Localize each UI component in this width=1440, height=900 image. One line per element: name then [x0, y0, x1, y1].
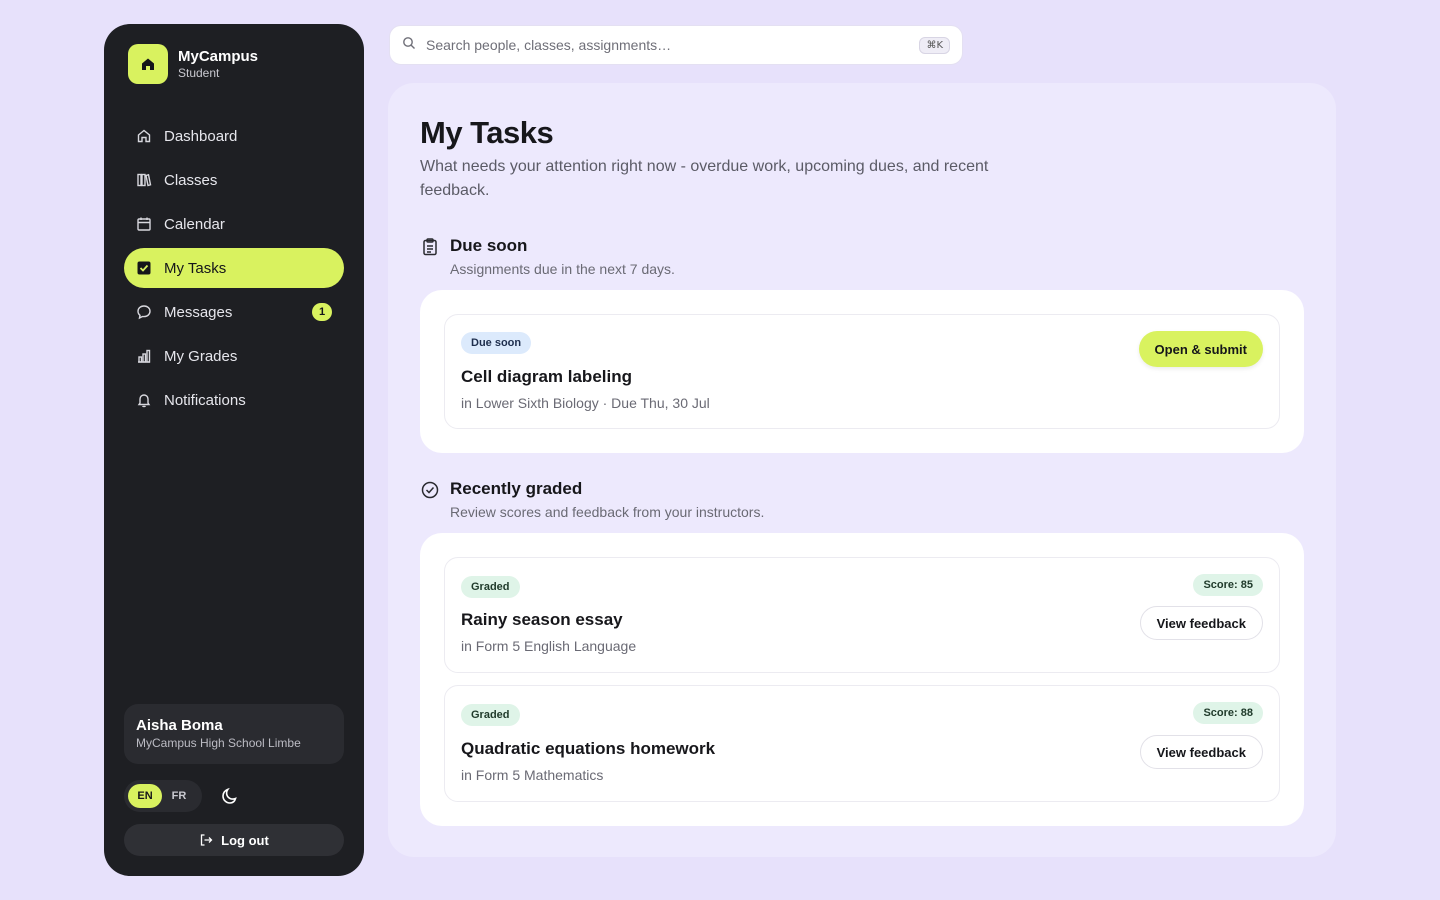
assignment-meta: in Form 5 Mathematics: [461, 767, 604, 783]
logout-button[interactable]: Log out: [124, 824, 344, 856]
home-logo-icon: [128, 44, 168, 84]
unread-count-badge: 1: [312, 303, 332, 321]
graded-badge: Graded: [461, 704, 520, 726]
sidebar-item-my-tasks[interactable]: My Tasks: [124, 248, 344, 288]
clipboard-icon: [420, 237, 440, 257]
bar-chart-icon: [136, 348, 152, 364]
calendar-icon: [136, 216, 152, 232]
sidebar-item-classes[interactable]: Classes: [124, 160, 344, 200]
open-submit-button[interactable]: Open & submit: [1138, 331, 1263, 367]
due-soon-section-header: Due soon Assignments due in the next 7 d…: [420, 235, 675, 279]
search-bar[interactable]: ⌘K: [389, 25, 963, 65]
view-feedback-button[interactable]: View feedback: [1139, 606, 1263, 640]
section-subtitle: Review scores and feedback from your ins…: [450, 504, 765, 520]
sidebar: MyCampus Student Dashboard Classes Calen…: [104, 24, 364, 876]
sidebar-item-label: Classes: [164, 171, 218, 189]
language-en-button[interactable]: EN: [128, 784, 162, 808]
brand-role: Student: [178, 65, 220, 80]
sidebar-item-my-grades[interactable]: My Grades: [124, 336, 344, 376]
sidebar-nav: Dashboard Classes Calendar My Tasks Mess…: [124, 116, 344, 424]
page-subtitle: What needs your attention right now - ov…: [420, 158, 989, 199]
graded-card[interactable]: Graded Score: 85 Rainy season essay in F…: [444, 557, 1280, 673]
recently-graded-section-header: Recently graded Review scores and feedba…: [420, 478, 764, 522]
sidebar-item-label: Calendar: [164, 215, 225, 233]
sidebar-item-label: My Tasks: [164, 259, 227, 277]
user-name: Aisha Boma: [136, 717, 223, 734]
score-badge: Score: 88: [1193, 702, 1263, 724]
checkbox-icon: [136, 260, 152, 276]
page-title: My Tasks: [420, 115, 554, 150]
score-badge: Score: 85: [1193, 574, 1263, 596]
moon-icon[interactable]: [220, 786, 240, 806]
sidebar-item-label: Messages: [164, 303, 233, 321]
sidebar-item-label: My Grades: [164, 347, 238, 365]
message-icon: [136, 304, 152, 320]
sidebar-item-notifications[interactable]: Notifications: [124, 380, 344, 420]
check-circle-icon: [420, 480, 440, 500]
assignment-title: Quadratic equations homework: [461, 739, 716, 758]
sidebar-item-calendar[interactable]: Calendar: [124, 204, 344, 244]
due-soon-badge: Due soon: [461, 332, 532, 354]
sidebar-item-dashboard[interactable]: Dashboard: [124, 116, 344, 156]
sidebar-item-messages[interactable]: Messages 1: [124, 292, 344, 332]
section-subtitle: Assignments due in the next 7 days.: [450, 261, 675, 277]
section-title: Recently graded: [450, 479, 583, 498]
search-input[interactable]: [426, 37, 920, 53]
brand[interactable]: MyCampus Student: [128, 44, 258, 84]
view-feedback-button[interactable]: View feedback: [1139, 735, 1263, 769]
logout-icon: [201, 834, 213, 846]
books-icon: [136, 172, 152, 188]
assignment-meta: in Form 5 English Language: [461, 638, 637, 654]
assignment-meta: in Lower Sixth Biology · Due Thu, 30 Jul: [461, 395, 710, 411]
search-icon: [402, 36, 416, 55]
keyboard-shortcut-hint: ⌘K: [919, 36, 950, 54]
language-toggle: EN FR: [124, 780, 202, 812]
sidebar-item-label: Dashboard: [164, 127, 238, 145]
brand-name: MyCampus: [178, 47, 259, 65]
assignment-title: Rainy season essay: [461, 610, 623, 629]
section-title: Due soon: [450, 236, 528, 255]
language-fr-button[interactable]: FR: [162, 784, 196, 808]
recently-graded-panel: Graded Score: 85 Rainy season essay in F…: [420, 533, 1304, 826]
assignment-title: Cell diagram labeling: [461, 367, 632, 386]
graded-badge: Graded: [461, 576, 520, 598]
sidebar-item-label: Notifications: [164, 391, 246, 409]
due-soon-panel: Due soon Cell diagram labeling in Lower …: [420, 290, 1304, 453]
user-profile-card[interactable]: Aisha Boma MyCampus High School Limbe: [124, 704, 344, 764]
user-school: MyCampus High School Limbe: [136, 736, 301, 750]
bell-icon: [136, 392, 152, 408]
home-icon: [136, 128, 152, 144]
main-content: My Tasks What needs your attention right…: [388, 83, 1336, 857]
assignment-card[interactable]: Due soon Cell diagram labeling in Lower …: [444, 314, 1280, 429]
logout-label: Log out: [221, 832, 269, 848]
graded-card[interactable]: Graded Score: 88 Quadratic equations hom…: [444, 685, 1280, 802]
